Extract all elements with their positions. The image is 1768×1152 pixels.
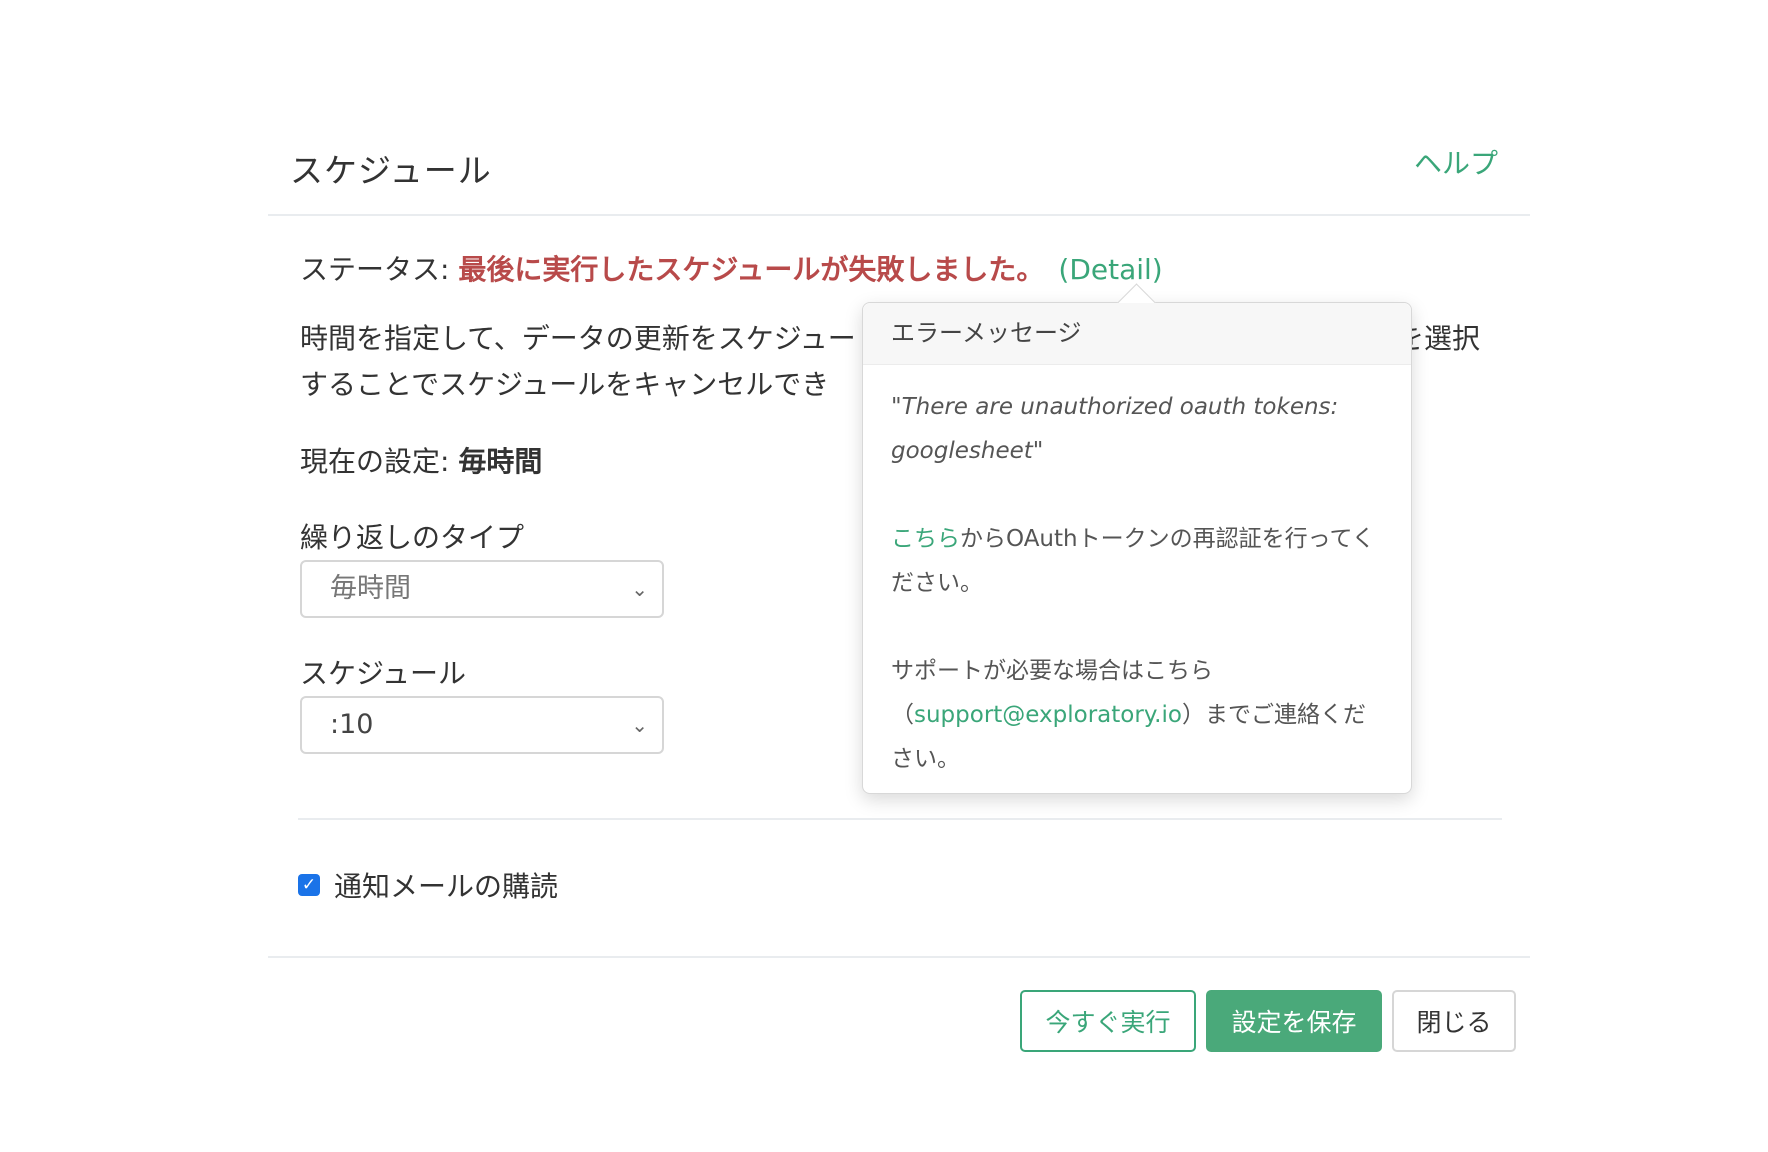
close-button[interactable]: 閉じる (1392, 990, 1516, 1052)
error-text: "There are unauthorized oauth tokens: go… (891, 394, 1339, 464)
repeat-type-value: 毎時間 (330, 573, 411, 604)
reauth-link[interactable]: こちら (891, 526, 960, 552)
reauth-instruction: こちらからOAuthトークンの再認証を行ってください。 (891, 517, 1385, 605)
notify-subscription[interactable]: ✓ 通知メールの購読 (298, 865, 558, 905)
current-setting: 現在の設定: 毎時間 (300, 440, 542, 480)
dialog-title: スケジュール (290, 151, 492, 190)
run-now-button[interactable]: 今すぐ実行 (1020, 990, 1196, 1052)
description-line1: 時間を指定して、データの更新をスケジュー (300, 322, 856, 355)
repeat-type-select[interactable]: 毎時間 ⌄ (300, 560, 664, 618)
check-icon: ✓ (301, 875, 317, 895)
schedule-select[interactable]: :10 ⌄ (300, 696, 664, 754)
status-label: ステータス: (300, 253, 459, 286)
save-settings-button[interactable]: 設定を保存 (1206, 990, 1382, 1052)
schedule-value: :10 (330, 709, 374, 740)
popover-body: "There are unauthorized oauth tokens: go… (891, 385, 1385, 825)
chevron-down-icon: ⌄ (631, 713, 648, 737)
schedule-label: スケジュール (300, 657, 467, 690)
current-setting-label: 現在の設定: (300, 445, 459, 478)
support-email-link[interactable]: support@exploratory.io (914, 702, 1182, 728)
reauth-text: からOAuthトークンの再認証を行ってください。 (891, 526, 1375, 596)
dialog-header: スケジュール ヘルプ (268, 120, 1530, 216)
repeat-type-label: 繰り返しのタイプ (300, 521, 525, 554)
status-line: ステータス: 最後に実行したスケジュールが失敗しました。 (Detail) (300, 248, 1163, 288)
footer-divider (268, 956, 1530, 958)
popover-title: エラーメッセージ (863, 303, 1411, 365)
help-link[interactable]: ヘルプ (1414, 142, 1498, 182)
error-popover: エラーメッセージ "There are unauthorized oauth t… (862, 283, 1412, 794)
status-message: 最後に実行したスケジュールが失敗しました。 (458, 253, 1045, 286)
support-instruction: サポートが必要な場合はこちら（support@exploratory.io）まで… (891, 649, 1385, 781)
detail-link[interactable]: (Detail) (1058, 253, 1162, 286)
current-setting-value: 毎時間 (458, 445, 543, 478)
notify-label: 通知メールの購読 (334, 870, 559, 903)
chevron-down-icon: ⌄ (631, 577, 648, 601)
notify-checkbox[interactable]: ✓ (298, 874, 320, 896)
